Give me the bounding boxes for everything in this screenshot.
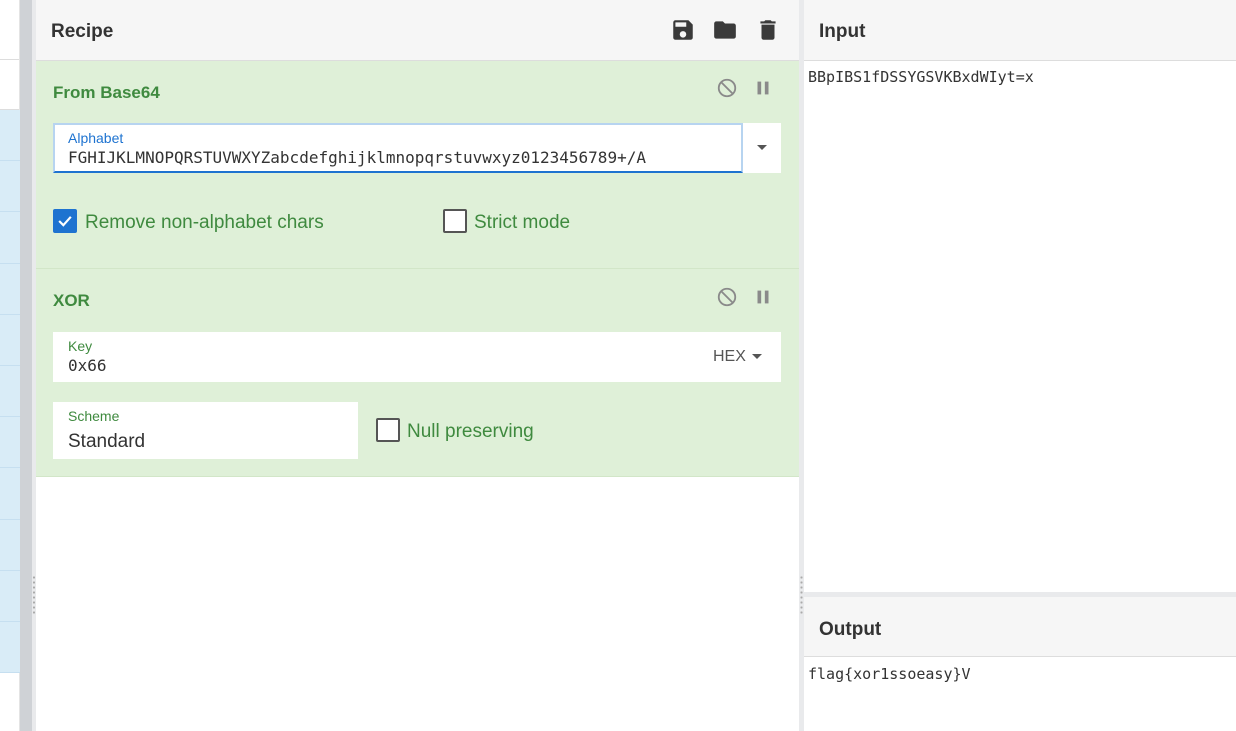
strict-mode-label: Strict mode bbox=[474, 212, 571, 233]
null-preserving-label: Null preserving bbox=[407, 421, 534, 442]
operation-from-base64: From Base64 Alphabet FGHIJKLMNOPQRSTUVWX… bbox=[36, 61, 799, 269]
check-icon bbox=[58, 216, 72, 227]
strict-mode-checkbox[interactable] bbox=[443, 209, 467, 233]
output-title: Output bbox=[819, 619, 882, 640]
key-format-dropdown[interactable]: HEX bbox=[693, 332, 781, 382]
caret-down-icon bbox=[752, 354, 762, 359]
remove-non-alphabet-checkbox[interactable] bbox=[53, 209, 77, 233]
disable-icon[interactable] bbox=[716, 286, 738, 308]
input-header: Input bbox=[804, 0, 1236, 61]
operation-xor: XOR Key 0x66 HEX Scheme Standard Null pr… bbox=[36, 269, 799, 477]
remove-non-alphabet-label: Remove non-alphabet chars bbox=[85, 212, 324, 233]
recipe-panel: Recipe From Base64 Alphabet FGHIJKLMNOPQ… bbox=[36, 0, 799, 731]
caret-down-icon bbox=[757, 145, 767, 150]
alphabet-dropdown[interactable] bbox=[743, 123, 781, 173]
recipe-title: Recipe bbox=[51, 21, 114, 42]
operations-list-edge[interactable] bbox=[0, 110, 20, 674]
key-format-value: HEX bbox=[713, 348, 746, 365]
key-label: Key bbox=[68, 338, 93, 354]
scheme-select[interactable]: Scheme Standard bbox=[53, 402, 358, 459]
alphabet-input[interactable]: FGHIJKLMNOPQRSTUVWXYZabcdefghijklmnopqrs… bbox=[68, 148, 646, 167]
operation-title: XOR bbox=[53, 291, 90, 310]
pause-icon[interactable] bbox=[752, 286, 774, 308]
output-textarea[interactable]: flag{xor1ssoeasy}V bbox=[808, 665, 971, 683]
disable-icon[interactable] bbox=[716, 77, 738, 99]
operations-header-edge bbox=[0, 0, 19, 60]
folder-icon[interactable] bbox=[712, 17, 738, 43]
input-textarea[interactable]: BBpIBS1fDSSYGSVKBxdWIyt=x bbox=[808, 68, 1034, 86]
alphabet-label: Alphabet bbox=[68, 130, 124, 146]
io-panel: Input BBpIBS1fDSSYGSVKBxdWIyt=x Output f… bbox=[804, 0, 1236, 731]
key-field[interactable]: Key 0x66 bbox=[53, 332, 693, 382]
trash-icon[interactable] bbox=[755, 17, 781, 43]
alphabet-field[interactable]: Alphabet FGHIJKLMNOPQRSTUVWXYZabcdefghij… bbox=[53, 123, 743, 173]
save-icon[interactable] bbox=[670, 17, 696, 43]
key-input[interactable]: 0x66 bbox=[68, 356, 107, 375]
output-header: Output bbox=[804, 597, 1236, 657]
recipe-header: Recipe bbox=[36, 0, 799, 61]
null-preserving-checkbox[interactable] bbox=[376, 418, 400, 442]
input-title: Input bbox=[819, 21, 866, 42]
scheme-value: Standard bbox=[68, 431, 146, 452]
scheme-label: Scheme bbox=[68, 408, 120, 424]
operations-panel-edge bbox=[0, 0, 20, 731]
panel-gutter-left[interactable] bbox=[20, 0, 32, 731]
operations-search-edge bbox=[0, 60, 19, 110]
operation-title: From Base64 bbox=[53, 83, 160, 102]
pause-icon[interactable] bbox=[752, 77, 774, 99]
